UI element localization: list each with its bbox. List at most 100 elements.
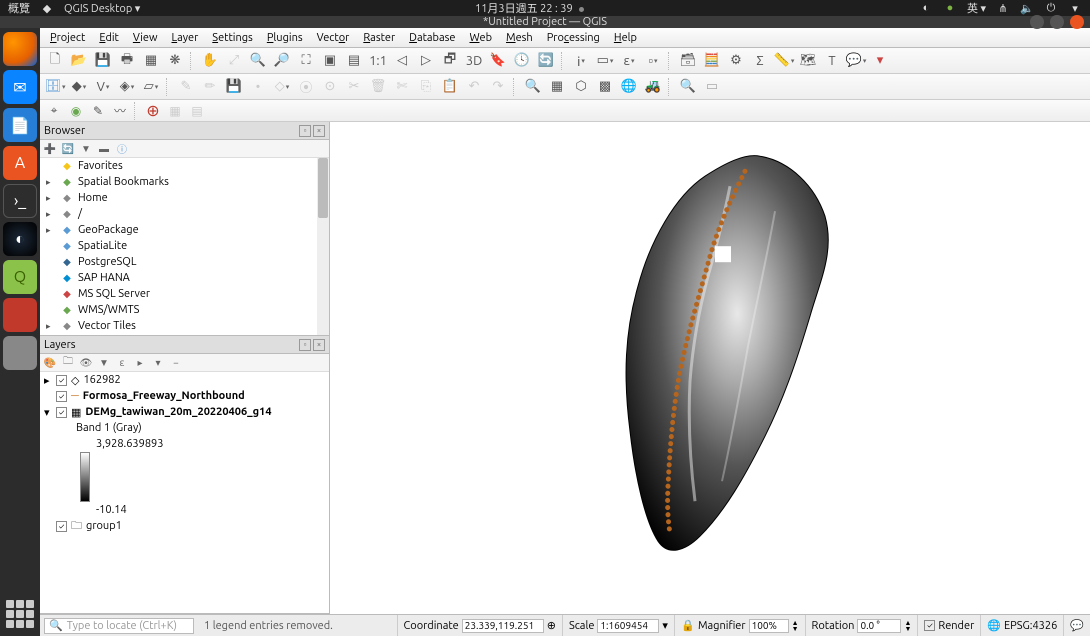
network-icon[interactable]: ⋔ xyxy=(996,1,1010,15)
zoom-full-button[interactable]: ⛶ xyxy=(295,50,317,72)
layers-remove-button[interactable]: − xyxy=(168,355,184,371)
annotation-button[interactable]: 💬 xyxy=(845,50,867,72)
layout-manager-button[interactable]: ▦ xyxy=(140,50,162,72)
temporal-button[interactable]: 🕓 xyxy=(511,50,533,72)
measure-button[interactable]: 📏 xyxy=(773,50,795,72)
menu-plugins[interactable]: Plugins xyxy=(261,30,309,46)
launcher-steam-icon[interactable]: ◐ xyxy=(3,222,37,256)
deselect-button[interactable]: ▫ xyxy=(642,50,664,72)
style-manager-button[interactable]: ❋ xyxy=(164,50,186,72)
open-project-button[interactable]: 📂 xyxy=(68,50,90,72)
select-value-button[interactable]: ε xyxy=(618,50,640,72)
new-print-layout-button[interactable]: 🖶 xyxy=(116,50,138,72)
steam-tray-icon[interactable]: ◐ xyxy=(919,1,933,15)
annotation-text-button[interactable]: T xyxy=(821,50,843,72)
wms-button[interactable]: 🌐 xyxy=(618,76,640,98)
add-feature-button[interactable]: • xyxy=(247,76,269,98)
layer-1-checkbox[interactable]: ✓ xyxy=(56,375,67,386)
vertex-tool-button[interactable]: ⦿ xyxy=(295,76,317,98)
browser-item-3[interactable]: ▸◆/ xyxy=(40,206,329,222)
menu-view[interactable]: View xyxy=(127,30,164,46)
new-shapefile-button[interactable]: V xyxy=(92,76,114,98)
menu-mesh[interactable]: Mesh xyxy=(500,30,539,46)
browser-item-2[interactable]: ▸◆Home xyxy=(40,190,329,206)
volume-icon[interactable]: 🔈 xyxy=(1020,1,1034,15)
attribute-table-button[interactable]: 🗃 xyxy=(677,50,699,72)
menu-project[interactable]: Project xyxy=(44,30,91,46)
layers-expression-button[interactable]: ε xyxy=(114,355,130,371)
window-minimize-button[interactable] xyxy=(1030,15,1044,29)
launcher-software-icon[interactable]: A xyxy=(3,146,37,180)
copy-button[interactable]: ⎘ xyxy=(415,76,437,98)
cad-button[interactable]: ✎ xyxy=(88,101,108,121)
save-project-button[interactable]: 💾 xyxy=(92,50,114,72)
tracing-button[interactable]: ◉ xyxy=(66,101,86,121)
browser-item-0[interactable]: ◆Favorites xyxy=(40,158,329,174)
magnifier-stepper[interactable]: ▲▼ xyxy=(792,620,799,632)
magnifier-lock-icon[interactable]: 🔒 xyxy=(681,619,695,633)
plugin-btn-2[interactable]: ▤ xyxy=(187,101,207,121)
tractor-button[interactable]: 🚜 xyxy=(642,76,664,98)
browser-tree[interactable]: ◆Favorites▸◆Spatial Bookmarks▸◆Home▸◆/ ▸◆… xyxy=(40,158,329,335)
mesh-button[interactable]: ▩ xyxy=(594,76,616,98)
toggle-editing-button[interactable]: ✏ xyxy=(199,76,221,98)
coord-input[interactable] xyxy=(462,619,544,633)
zoom-next-button[interactable]: ▷ xyxy=(415,50,437,72)
layers-collapse-button[interactable]: ▾ xyxy=(150,355,166,371)
layer-group-checkbox[interactable]: ✓ xyxy=(56,521,67,532)
launcher-firefox-icon[interactable] xyxy=(3,32,37,66)
layers-style-button[interactable]: 🎨 xyxy=(42,355,58,371)
field-calculator-button[interactable]: 🧮 xyxy=(701,50,723,72)
pan-button[interactable]: ✋ xyxy=(199,50,221,72)
rotation-input[interactable] xyxy=(857,619,901,633)
layers-float-button[interactable]: ▫ xyxy=(299,339,311,351)
cut-button[interactable]: ✄ xyxy=(391,76,413,98)
zoom-layer-button[interactable]: ▤ xyxy=(343,50,365,72)
undo-button[interactable]: ↶ xyxy=(463,76,485,98)
menu-edit[interactable]: Edit xyxy=(93,30,125,46)
layers-close-button[interactable]: × xyxy=(313,339,325,351)
new-bookmark-button[interactable]: 🔖 xyxy=(487,50,509,72)
modify-button[interactable]: ✂ xyxy=(343,76,365,98)
power-icon[interactable]: ⏻ xyxy=(1044,1,1058,15)
menu-web[interactable]: Web xyxy=(463,30,498,46)
ime-indicator[interactable]: 英 ▾ xyxy=(967,0,986,16)
browser-item-10[interactable]: ▸◆Vector Tiles xyxy=(40,318,329,334)
menu-vector[interactable]: Vector xyxy=(311,30,356,46)
locator-input[interactable]: 🔍 Type to locate (Ctrl+K) xyxy=(44,618,194,634)
pan-selection-button[interactable]: ⤢ xyxy=(223,50,245,72)
new-map-view-button[interactable]: 🗗 xyxy=(439,50,461,72)
browser-add-button[interactable]: ➕ xyxy=(42,141,58,157)
browser-item-8[interactable]: ◆MS SQL Server xyxy=(40,286,329,302)
paste-button[interactable]: 📋 xyxy=(439,76,461,98)
render-checkbox[interactable]: ✓ xyxy=(924,620,935,631)
metasearch-button[interactable]: 🔍 xyxy=(677,76,699,98)
python-console-button[interactable]: ▾ xyxy=(869,50,891,72)
app-menu[interactable]: QGIS Desktop ▾ xyxy=(64,2,140,15)
layers-add-group-button[interactable]: 🗀 xyxy=(60,355,76,371)
plugin-btn-1[interactable]: ▦ xyxy=(165,101,185,121)
new-virtual-layer-button[interactable]: ▱ xyxy=(140,76,162,98)
edit-pencil-button[interactable]: ✎ xyxy=(175,76,197,98)
launcher-thunderbird-icon[interactable]: ✉ xyxy=(3,70,37,104)
browser-item-1[interactable]: ▸◆Spatial Bookmarks xyxy=(40,174,329,190)
new-3d-view-button[interactable]: 3D xyxy=(463,50,485,72)
data-source-manager-button[interactable]: 🗄 xyxy=(44,76,66,98)
map-canvas[interactable] xyxy=(330,122,1090,614)
menu-raster[interactable]: Raster xyxy=(357,30,401,46)
menu-settings[interactable]: Settings xyxy=(206,30,259,46)
menu-layer[interactable]: Layer xyxy=(166,30,205,46)
layers-expand-button[interactable]: ▸ xyxy=(132,355,148,371)
layer-2-checkbox[interactable]: ✓ xyxy=(56,391,67,402)
clock[interactable]: 11月3日週五 22 : 39 xyxy=(475,3,573,15)
browser-item-9[interactable]: ◆WMS/WMTS xyxy=(40,302,329,318)
activities-label[interactable]: 概覽 xyxy=(8,0,30,16)
scale-input[interactable] xyxy=(597,619,659,633)
crs-label[interactable]: EPSG:4326 xyxy=(1004,620,1057,632)
help-button[interactable]: ▭ xyxy=(701,76,723,98)
layers-tree[interactable]: ▸✓◇162982 ✓─Formosa_Freeway_Northbound ▾… xyxy=(40,372,329,613)
browser-properties-button[interactable]: ⓘ xyxy=(114,141,130,157)
toolbox-button[interactable]: ⚙ xyxy=(725,50,747,72)
zoom-out-button[interactable]: 🔎 xyxy=(271,50,293,72)
browser-item-5[interactable]: ◆SpatiaLite xyxy=(40,238,329,254)
